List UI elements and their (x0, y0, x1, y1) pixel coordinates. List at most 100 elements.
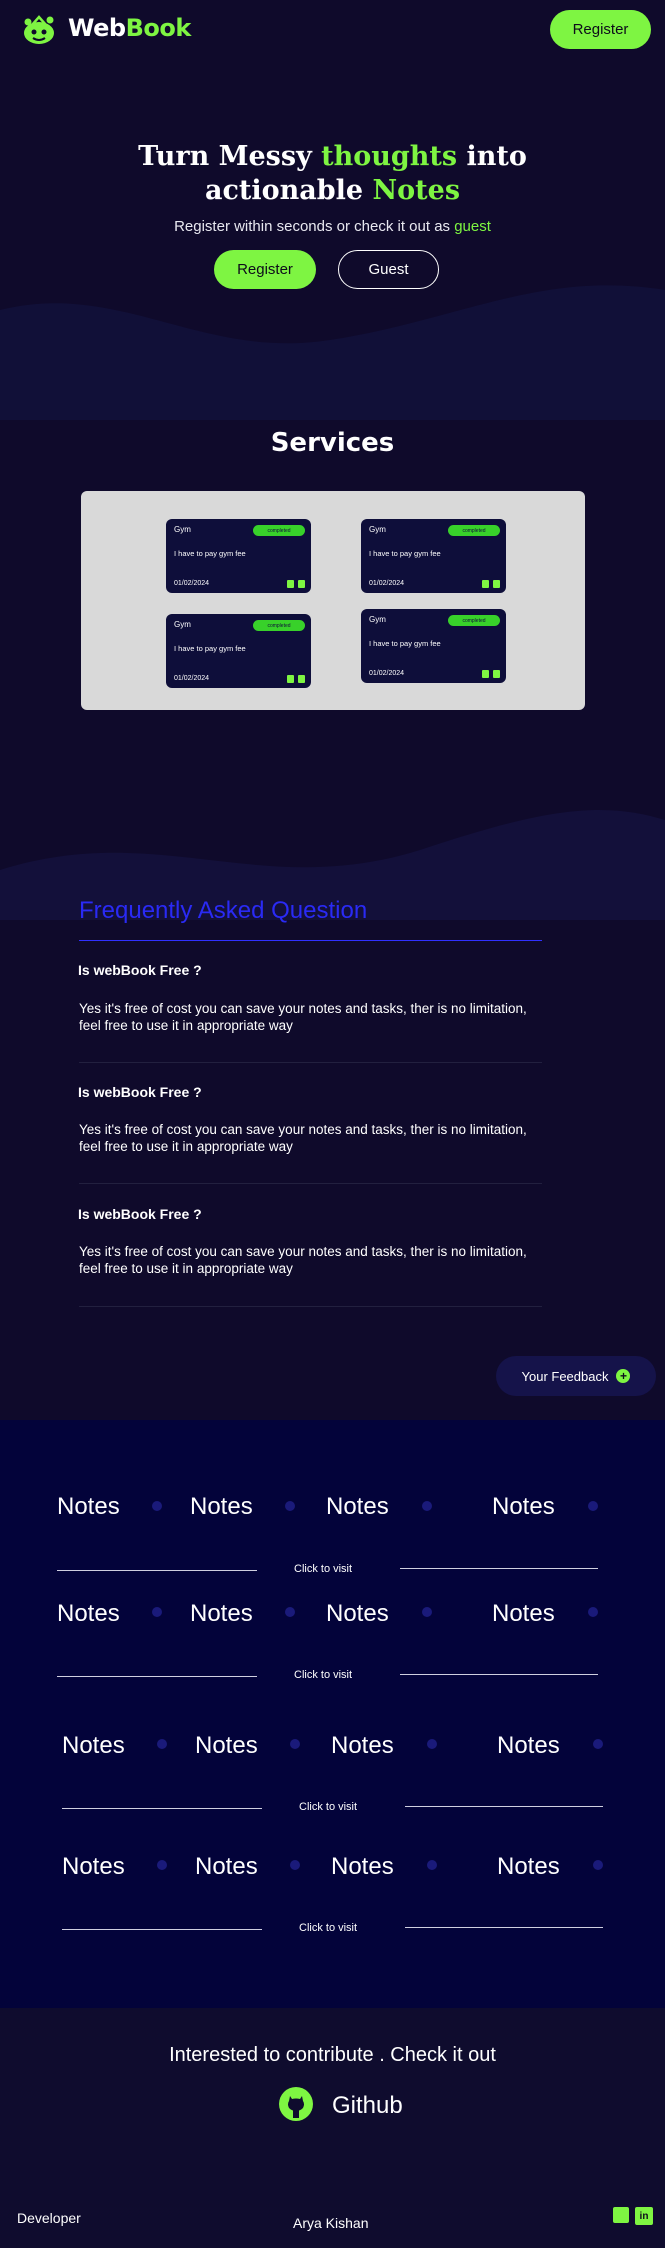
github-link[interactable]: Github (332, 2092, 403, 2120)
faq-answer: Yes it's free of cost you can save your … (79, 1244, 527, 1276)
dot-icon (593, 1739, 603, 1749)
banner-line (405, 1806, 603, 1807)
trash-icon[interactable] (298, 580, 305, 588)
feedback-label: Your Feedback (521, 1368, 609, 1384)
plus-icon: + (616, 1369, 631, 1383)
hero-register-button[interactable]: Register (214, 250, 316, 289)
notes-word: Notes (195, 1853, 258, 1880)
trash-icon[interactable] (493, 580, 500, 588)
hero-guest-link[interactable]: guest (454, 218, 491, 235)
notes-word: Notes (497, 1732, 560, 1759)
dot-icon (588, 1501, 598, 1511)
section-wave (0, 810, 665, 920)
logo-text[interactable]: WebBook (68, 14, 191, 42)
status-badge: completed (253, 525, 305, 536)
banner-line (405, 1927, 603, 1928)
note-text: I have to pay gym fee (174, 644, 246, 653)
note-date: 01/02/2024 (174, 580, 210, 587)
dot-icon (427, 1860, 437, 1870)
dot-icon (588, 1607, 598, 1617)
status-badge: completed (448, 615, 500, 626)
dot-icon (285, 1607, 295, 1617)
note-card[interactable]: Gym completed I have to pay gym fee 01/0… (361, 519, 506, 593)
visit-link[interactable]: Click to visit (299, 1801, 357, 1813)
faq-separator (79, 1306, 542, 1307)
note-card[interactable]: Gym completed I have to pay gym fee 01/0… (166, 519, 311, 593)
faq-answer: Yes it's free of cost you can save your … (79, 1001, 527, 1033)
edit-icon[interactable] (482, 670, 489, 678)
dot-icon (157, 1739, 167, 1749)
notes-word: Notes (62, 1853, 125, 1880)
note-card[interactable]: Gym completed I have to pay gym fee 01/0… (361, 609, 506, 683)
edit-icon[interactable] (482, 580, 489, 588)
note-text: I have to pay gym fee (369, 639, 441, 648)
hero-background (0, 0, 665, 420)
hero-line2-b: Notes (372, 175, 461, 206)
linkedin-icon[interactable]: in (635, 2207, 653, 2225)
notes-word: Notes (326, 1600, 389, 1627)
hero-guest-button[interactable]: Guest (338, 250, 439, 289)
developer-name: Arya Kishan (293, 2215, 369, 2231)
note-category: Gym (174, 525, 191, 534)
visit-link[interactable]: Click to visit (294, 1669, 352, 1681)
faq-question[interactable]: Is webBook Free ? (78, 1206, 202, 1222)
status-badge: completed (253, 620, 305, 631)
nav-register-button[interactable]: Register (550, 10, 651, 49)
faq-separator (79, 1062, 542, 1063)
dot-icon (290, 1860, 300, 1870)
dot-icon (152, 1607, 162, 1617)
note-category: Gym (174, 620, 191, 629)
notes-word: Notes (331, 1853, 394, 1880)
trash-icon[interactable] (298, 675, 305, 683)
banner-line (62, 1808, 262, 1809)
faq-divider (79, 940, 542, 941)
dot-icon (290, 1739, 300, 1749)
dot-icon (422, 1501, 432, 1511)
note-date: 01/02/2024 (369, 670, 405, 677)
edit-icon[interactable] (287, 675, 294, 683)
contribute-title: Interested to contribute . Check it out (169, 2044, 496, 2066)
feedback-button[interactable]: Your Feedback + (496, 1356, 656, 1396)
dot-icon (427, 1739, 437, 1749)
visit-link[interactable]: Click to visit (299, 1922, 357, 1934)
notes-word: Notes (62, 1732, 125, 1759)
notes-word: Notes (190, 1493, 253, 1520)
services-title: Services (270, 428, 395, 458)
note-text: I have to pay gym fee (174, 549, 246, 558)
note-date: 01/02/2024 (174, 675, 210, 682)
faq-answer: Yes it's free of cost you can save your … (79, 1122, 527, 1154)
github-icon[interactable] (279, 2087, 313, 2121)
hero-subtitle: Register within seconds or check it out … (0, 218, 665, 235)
note-text: I have to pay gym fee (369, 549, 441, 558)
hero-line1-b: thoughts (321, 141, 458, 172)
faq-question[interactable]: Is webBook Free ? (78, 1084, 202, 1100)
faq-question[interactable]: Is webBook Free ? (78, 962, 202, 978)
visit-link[interactable]: Click to visit (294, 1563, 352, 1575)
notes-word: Notes (57, 1493, 120, 1520)
notes-word: Notes (497, 1853, 560, 1880)
note-card[interactable]: Gym completed I have to pay gym fee 01/0… (166, 614, 311, 688)
dot-icon (285, 1501, 295, 1511)
hero-line2-a: actionable (204, 175, 373, 206)
status-badge: completed (448, 525, 500, 536)
note-category: Gym (369, 525, 386, 534)
profile-icon[interactable] (613, 2207, 629, 2223)
logo-part2: Book (125, 14, 192, 42)
notes-word: Notes (57, 1600, 120, 1627)
dot-icon (152, 1501, 162, 1511)
banner-line (400, 1674, 598, 1675)
dot-icon (422, 1607, 432, 1617)
logo-icon[interactable] (22, 12, 56, 46)
notes-word: Notes (492, 1600, 555, 1627)
notes-word: Notes (326, 1493, 389, 1520)
banner-line (62, 1929, 262, 1930)
banner-line (400, 1568, 598, 1569)
edit-icon[interactable] (287, 580, 294, 588)
hero-sub-a: Register within seconds or check it out … (174, 218, 455, 235)
hero-line1-c: into (457, 141, 527, 172)
trash-icon[interactable] (493, 670, 500, 678)
notes-word: Notes (492, 1493, 555, 1520)
hero-line1-a: Turn Messy (138, 141, 322, 172)
notes-word: Notes (195, 1732, 258, 1759)
services-panel (81, 491, 585, 710)
